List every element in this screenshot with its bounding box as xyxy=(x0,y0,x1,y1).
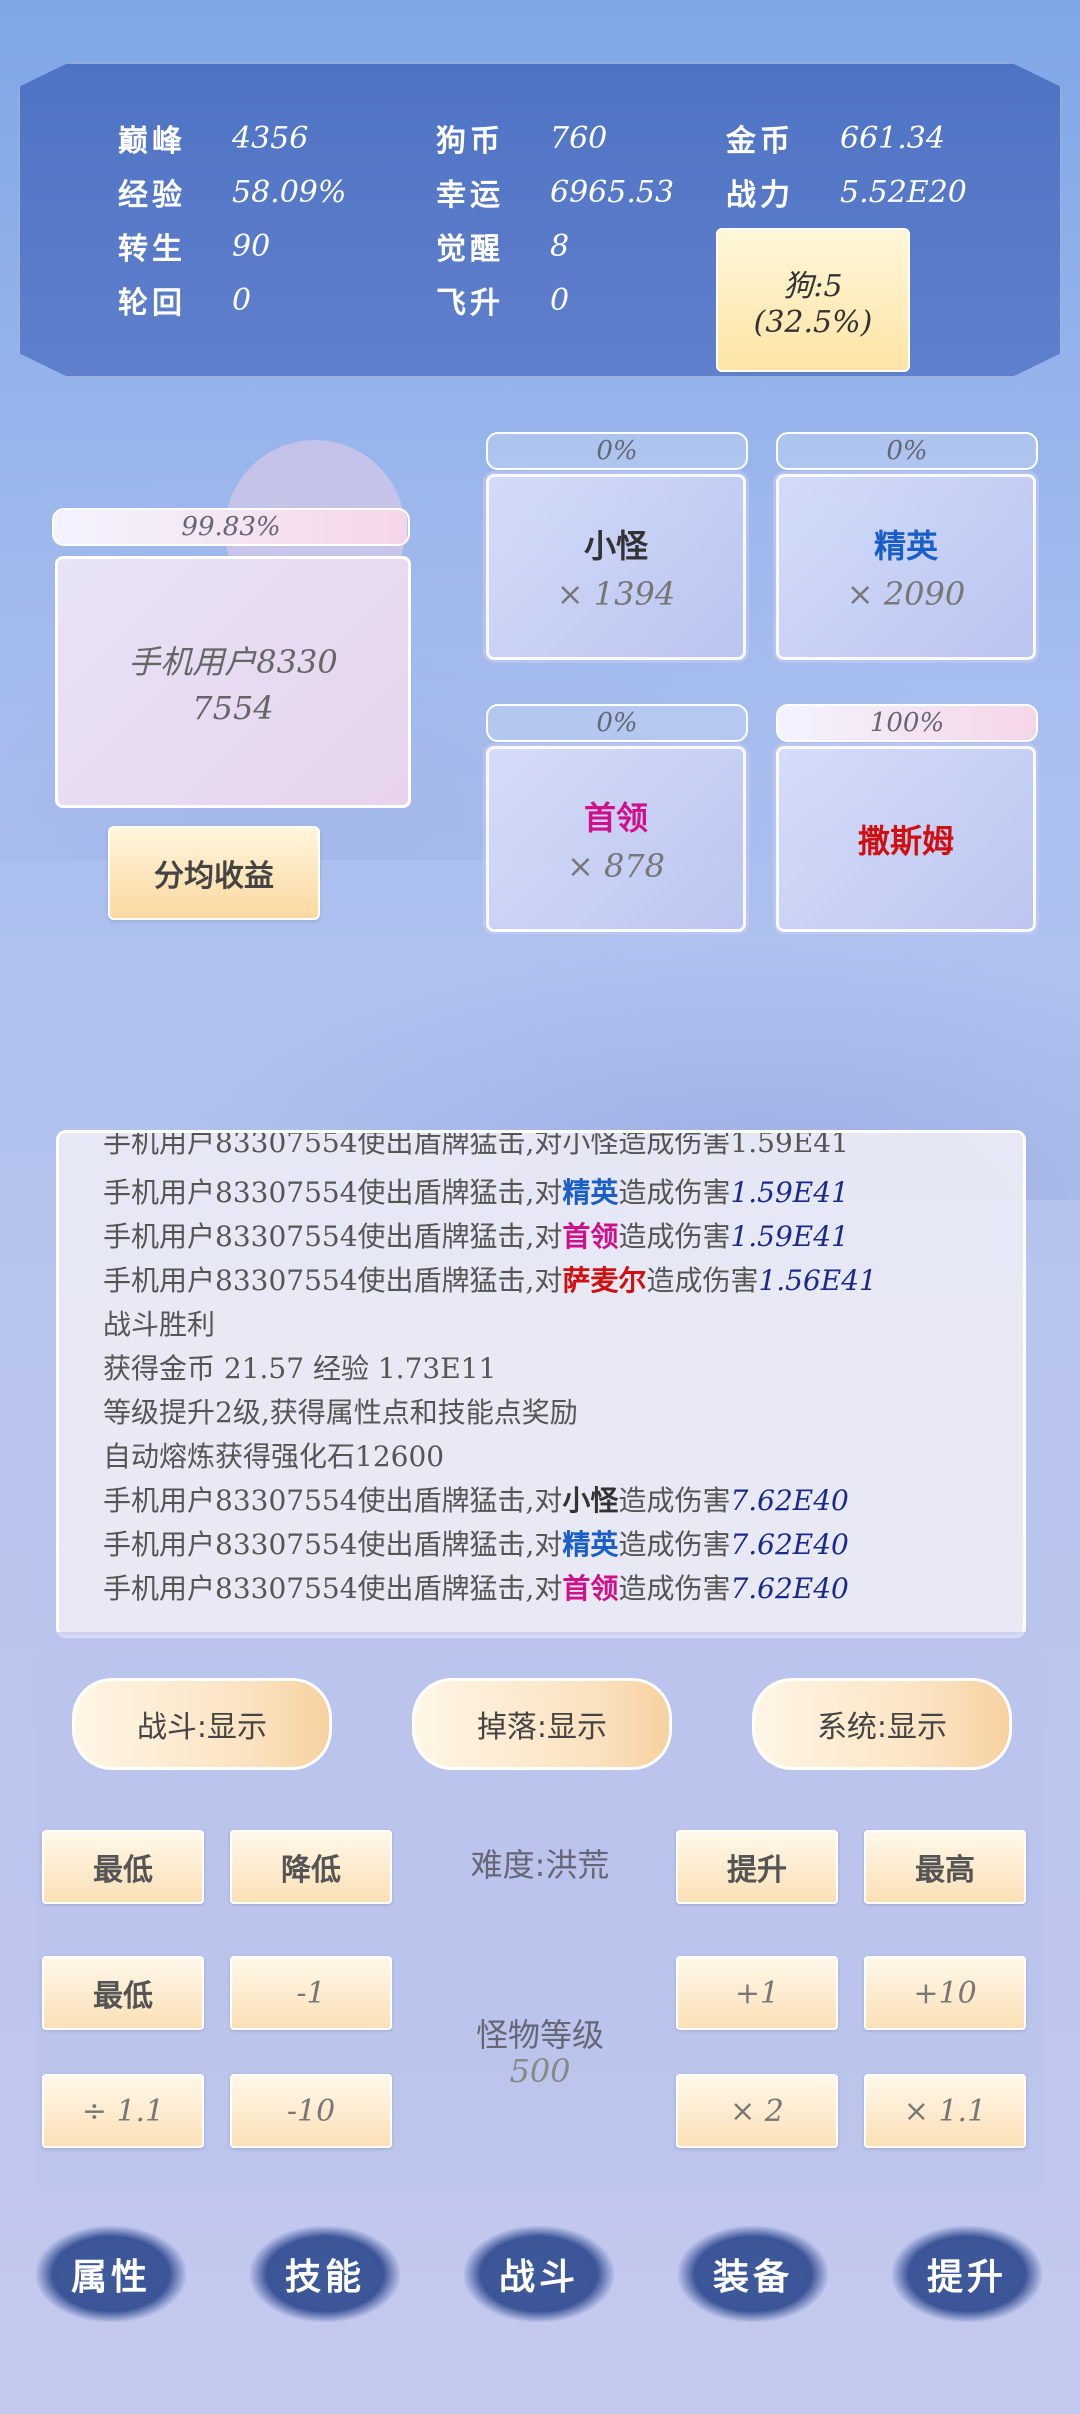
stat-rebirth: 转生 90 xyxy=(118,228,271,268)
monster-level-label: 怪物等级 xyxy=(475,2016,604,2054)
filter-battle-label: 战斗:显示 xyxy=(136,1710,268,1745)
dog-button[interactable]: 狗:5 (32.5%) xyxy=(716,228,910,372)
level-times11-button[interactable]: × 1.1 xyxy=(864,2074,1026,2148)
enemy-name: 精英 xyxy=(873,527,938,565)
enemy-progress-bar: 0% xyxy=(486,432,748,470)
enemy-progress-label: 0% xyxy=(886,436,928,466)
log-line: 手机用户83307554使出盾牌猛击,对首领造成伤害1.59E41 xyxy=(103,1220,849,1253)
level-minus1-button[interactable]: -1 xyxy=(230,1956,392,2030)
enemy-name: 小怪 xyxy=(583,527,648,565)
log-victory: 战斗胜利 xyxy=(103,1308,216,1341)
stat-luck: 幸运 6965.53 xyxy=(436,174,675,214)
stat-power: 战力 5.52E20 xyxy=(726,174,967,214)
filter-battle-button[interactable]: 战斗:显示 xyxy=(72,1678,332,1770)
player-name-line2: 7554 xyxy=(192,689,274,727)
nav-battle[interactable]: 战斗 xyxy=(464,2226,614,2322)
difficulty-highest-button[interactable]: 最高 xyxy=(864,1830,1026,1904)
difficulty-lower-button[interactable]: 降低 xyxy=(230,1830,392,1904)
enemy-card-minion[interactable]: 小怪 × 1394 xyxy=(486,474,746,660)
log-reward: 获得金币 21.57 经验 1.73E11 xyxy=(103,1352,497,1385)
filter-system-button[interactable]: 系统:显示 xyxy=(752,1678,1012,1770)
log-levelup: 等级提升2级,获得属性点和技能点奖励 xyxy=(103,1396,578,1429)
log-smelt: 自动熔炼获得强化石12600 xyxy=(103,1440,445,1473)
enemy-progress-label: 100% xyxy=(869,708,945,738)
enemy-progress-bar: 0% xyxy=(776,432,1038,470)
nav-skills[interactable]: 技能 xyxy=(250,2226,400,2322)
enemy-name: 首领 xyxy=(583,799,648,837)
level-times2-button[interactable]: × 2 xyxy=(676,2074,838,2148)
monster-level-value: 500 xyxy=(509,2052,571,2090)
stat-dogcoin: 狗币 760 xyxy=(436,120,608,160)
dog-level: 狗:5 xyxy=(783,268,843,304)
log-line: 手机用户83307554使出盾牌猛击,对精英造成伤害1.59E41 xyxy=(103,1176,849,1209)
stat-peak: 巅峰 4356 xyxy=(118,120,309,160)
filter-drop-label: 掉落:显示 xyxy=(476,1710,608,1745)
dog-percent: (32.5%) xyxy=(753,304,873,340)
level-plus10-button[interactable]: +10 xyxy=(864,1956,1026,2030)
log-line: 手机用户83307554使出盾牌猛击,对小怪造成伤害7.62E40 xyxy=(103,1484,849,1517)
enemy-progress-label: 0% xyxy=(596,708,638,738)
enemy-card-elite[interactable]: 精英 × 2090 xyxy=(776,474,1036,660)
stat-awaken: 觉醒 8 xyxy=(436,228,570,268)
nav-attributes[interactable]: 属性 xyxy=(36,2226,186,2322)
player-card[interactable]: 手机用户8330 7554 xyxy=(55,556,411,808)
enemy-count: × 2090 xyxy=(846,575,966,613)
level-minus10-button[interactable]: -10 xyxy=(230,2074,392,2148)
player-progress-bar: 99.83% xyxy=(52,508,410,546)
enemy-count: × 878 xyxy=(566,847,666,885)
enemy-progress-bar: 100% xyxy=(776,704,1038,742)
log-line-partial: 手机用户83307554使出盾牌猛击,对小怪造成伤害1.59E41 xyxy=(103,1130,849,1159)
log-line: 手机用户83307554使出盾牌猛击,对精英造成伤害7.62E40 xyxy=(103,1528,849,1561)
player-name-line1: 手机用户8330 xyxy=(128,643,338,681)
enemy-card-boss[interactable]: 首领 × 878 xyxy=(486,746,746,932)
filter-drop-button[interactable]: 掉落:显示 xyxy=(412,1678,672,1770)
stat-ascend: 飞升 0 xyxy=(436,282,570,322)
nav-upgrade[interactable]: 提升 xyxy=(892,2226,1042,2322)
enemy-progress-label: 0% xyxy=(596,436,638,466)
filter-system-label: 系统:显示 xyxy=(816,1710,948,1745)
level-min-button[interactable]: 最低 xyxy=(42,1956,204,2030)
stat-reincarnation: 轮回 0 xyxy=(118,282,252,322)
share-income-button[interactable]: 分均收益 xyxy=(108,826,320,920)
difficulty-lowest-button[interactable]: 最低 xyxy=(42,1830,204,1904)
stat-gold: 金币 661.34 xyxy=(726,120,945,160)
stat-exp: 经验 58.09% xyxy=(118,174,347,214)
player-progress-label: 99.83% xyxy=(181,512,281,542)
difficulty-label: 难度:洪荒 xyxy=(470,1846,610,1884)
level-plus1-button[interactable]: +1 xyxy=(676,1956,838,2030)
log-line: 手机用户83307554使出盾牌猛击,对萨麦尔造成伤害1.56E41 xyxy=(103,1264,877,1297)
share-income-label: 分均收益 xyxy=(154,859,274,894)
level-divide-button[interactable]: ÷ 1.1 xyxy=(42,2074,204,2148)
log-line: 手机用户83307554使出盾牌猛击,对首领造成伤害7.62E40 xyxy=(103,1572,849,1605)
enemy-card-final-boss[interactable]: 撒斯姆 xyxy=(776,746,1036,932)
nav-equipment[interactable]: 装备 xyxy=(678,2226,828,2322)
enemy-name: 撒斯姆 xyxy=(857,822,954,860)
enemy-count: × 1394 xyxy=(556,575,676,613)
enemy-progress-bar: 0% xyxy=(486,704,748,742)
difficulty-raise-button[interactable]: 提升 xyxy=(676,1830,838,1904)
battle-log[interactable]: 手机用户83307554使出盾牌猛击,对小怪造成伤害1.59E41 手机用户83… xyxy=(56,1130,1026,1638)
